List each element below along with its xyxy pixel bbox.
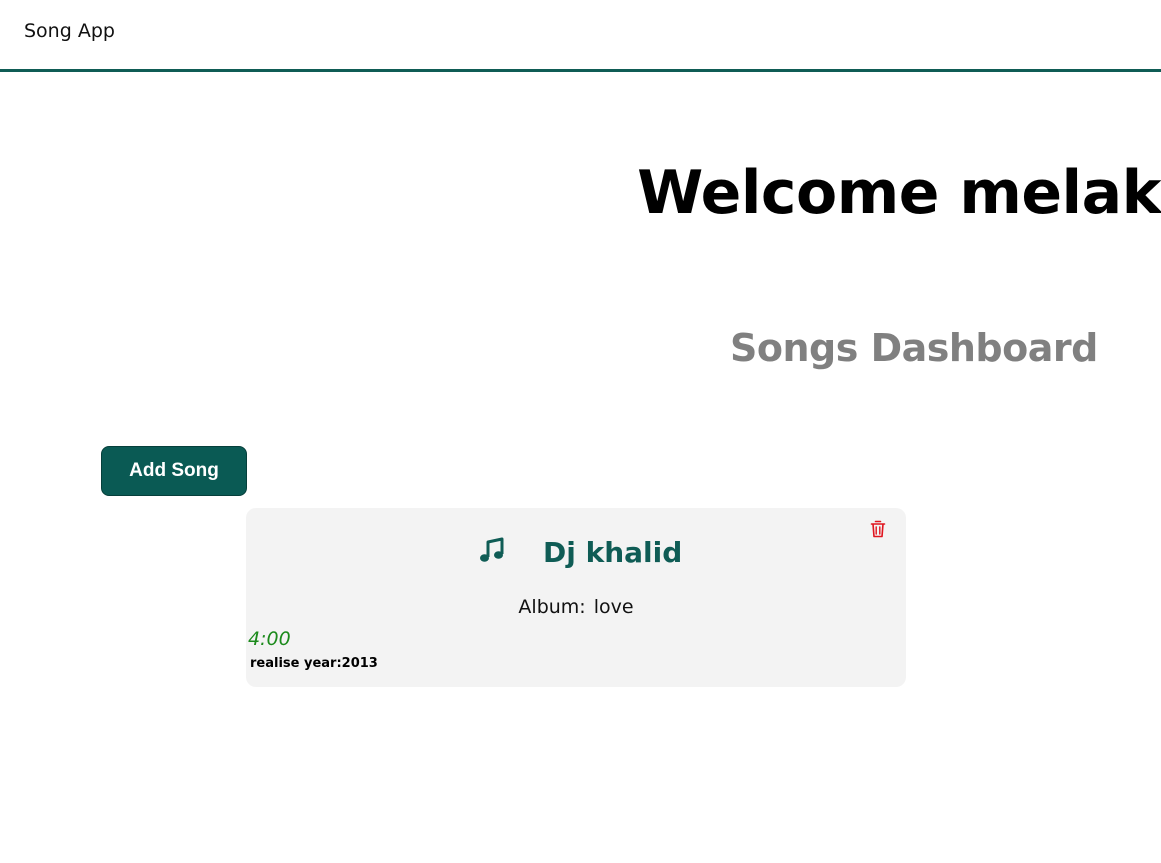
album-label: Album: (518, 596, 586, 618)
album-row: Album: love (246, 596, 906, 618)
trash-icon[interactable] (870, 520, 886, 538)
song-artist: Dj khalid (543, 536, 683, 569)
navbar: Song App (0, 0, 1161, 72)
song-duration: 4:00 (248, 628, 291, 650)
release-year-value: 2013 (341, 656, 378, 671)
album-value: love (593, 596, 634, 618)
welcome-heading: Welcome melak (637, 158, 1161, 228)
add-song-button[interactable]: Add Song (101, 446, 247, 496)
app-brand[interactable]: Song App (24, 20, 115, 42)
dashboard-title: Songs Dashboard (730, 326, 1098, 370)
release-year-label: realise year: (250, 656, 342, 671)
release-year-row: realise year:2013 (250, 656, 378, 671)
music-note-icon (480, 537, 504, 562)
song-card: Dj khalid Album: love 4:00 realise year:2… (246, 508, 906, 687)
